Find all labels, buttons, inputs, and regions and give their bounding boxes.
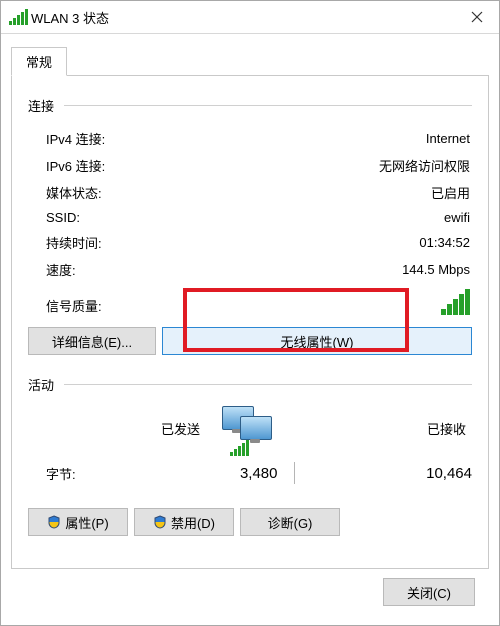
- connection-buttons: 详细信息(E)... 无线属性(W): [28, 327, 472, 355]
- media-value: 已启用: [431, 183, 470, 202]
- row-ipv4: IPv4 连接: Internet: [46, 125, 470, 152]
- section-activity-label: 活动: [28, 375, 54, 394]
- ipv6-value: 无网络访问权限: [379, 156, 470, 175]
- section-connection-label: 连接: [28, 96, 54, 115]
- duration-label: 持续时间:: [46, 233, 102, 252]
- wireless-properties-label: 无线属性(W): [281, 332, 354, 351]
- speed-value: 144.5 Mbps: [402, 262, 470, 277]
- bytes-row: 字节: 3,480 10,464: [28, 462, 472, 484]
- tab-general-label: 常规: [26, 55, 52, 70]
- window-title: WLAN 3 状态: [31, 8, 109, 27]
- shield-icon: [153, 515, 167, 529]
- properties-button[interactable]: 属性(P): [28, 508, 128, 536]
- section-activity: 活动: [28, 375, 472, 394]
- wlan-status-window: WLAN 3 状态 常规 连接 IPv4 连接: Int: [0, 0, 500, 626]
- properties-button-label: 属性(P): [65, 513, 108, 532]
- connection-rows: IPv4 连接: Internet IPv6 连接: 无网络访问权限 媒体状态:…: [46, 125, 470, 283]
- divider: [64, 384, 472, 385]
- tab-general[interactable]: 常规: [11, 47, 67, 76]
- duration-value: 01:34:52: [419, 235, 470, 250]
- shield-icon: [47, 515, 61, 529]
- row-speed: 速度: 144.5 Mbps: [46, 256, 470, 283]
- ssid-value: ewifi: [444, 210, 470, 225]
- disable-button[interactable]: 禁用(D): [134, 508, 234, 536]
- divider: [294, 462, 295, 484]
- ipv4-value: Internet: [426, 131, 470, 146]
- details-button-label: 详细信息(E)...: [52, 332, 132, 351]
- signal-icon: [9, 9, 25, 25]
- bytes-recv: 10,464: [311, 465, 473, 482]
- diagnose-button[interactable]: 诊断(G): [240, 508, 340, 536]
- speed-label: 速度:: [46, 260, 76, 279]
- ipv6-label: IPv6 连接:: [46, 156, 105, 175]
- diagnose-button-label: 诊断(G): [268, 513, 313, 532]
- dialog-footer: 关闭(C): [11, 569, 489, 615]
- activity-grid: 已发送 已接收: [28, 404, 472, 452]
- wireless-properties-button[interactable]: 无线属性(W): [162, 327, 472, 355]
- bytes-sent: 3,480: [116, 465, 278, 482]
- sent-label: 已发送: [28, 419, 218, 438]
- signal-quality-icon: [441, 289, 470, 315]
- divider: [64, 105, 472, 106]
- ssid-label: SSID:: [46, 210, 80, 225]
- close-icon: [471, 11, 483, 23]
- signal-icon: [230, 440, 249, 456]
- recv-label: 已接收: [282, 419, 472, 438]
- row-ssid: SSID: ewifi: [46, 206, 470, 229]
- row-media: 媒体状态: 已启用: [46, 179, 470, 206]
- close-button[interactable]: 关闭(C): [383, 578, 475, 606]
- tab-panel-general: 连接 IPv4 连接: Internet IPv6 连接: 无网络访问权限 媒体…: [11, 75, 489, 569]
- tab-strip: 常规: [11, 46, 489, 75]
- section-connection: 连接: [28, 96, 472, 115]
- signal-label: 信号质量:: [46, 296, 102, 315]
- row-ipv6: IPv6 连接: 无网络访问权限: [46, 152, 470, 179]
- bytes-label: 字节:: [46, 464, 116, 483]
- ipv4-label: IPv4 连接:: [46, 129, 105, 148]
- titlebar-close-button[interactable]: [455, 1, 499, 33]
- media-label: 媒体状态:: [46, 183, 102, 202]
- row-duration: 持续时间: 01:34:52: [46, 229, 470, 256]
- titlebar: WLAN 3 状态: [1, 1, 499, 34]
- activity-buttons: 属性(P) 禁用(D) 诊断(G): [28, 508, 472, 536]
- close-button-label: 关闭(C): [407, 583, 451, 602]
- client-area: 常规 连接 IPv4 连接: Internet IPv6 连接: 无网络访问权限: [1, 34, 499, 625]
- row-signal: 信号质量:: [46, 289, 470, 315]
- disable-button-label: 禁用(D): [171, 513, 215, 532]
- network-activity-icon: [218, 404, 282, 452]
- details-button[interactable]: 详细信息(E)...: [28, 327, 156, 355]
